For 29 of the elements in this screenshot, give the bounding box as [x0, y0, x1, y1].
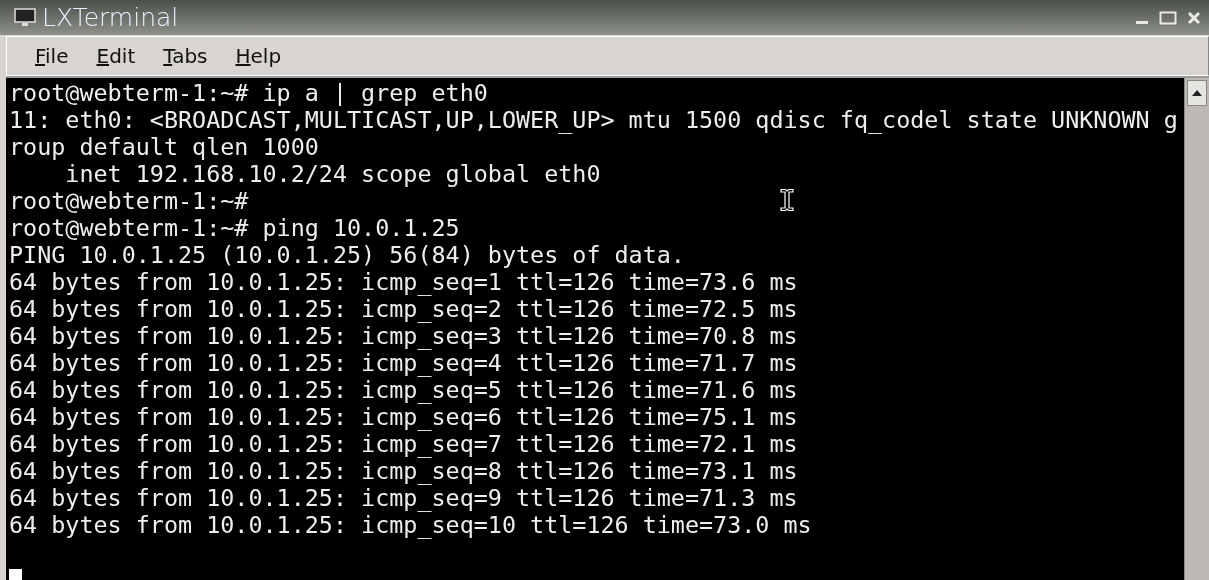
menu-item[interactable]: Help [223, 44, 294, 68]
terminal-line: root@webterm-1:~# ip a | grep eth0 [9, 80, 488, 107]
terminal-line: PING 10.0.1.25 (10.0.1.25) 56(84) bytes of data. [9, 242, 685, 269]
up-arrow-icon [1190, 88, 1204, 98]
terminal-line: 64 bytes from 10.0.1.25: icmp_seq=1 ttl=126 time=73.6 ms [9, 269, 798, 296]
terminal-line: 64 bytes from 10.0.1.25: icmp_seq=3 ttl=126 time=70.8 ms [9, 323, 798, 350]
terminal-line: 11: eth0: <BROADCAST,MULTICAST,UP,LOWER_UP> mtu 1500 qdisc fq_codel state UNKNOWN g [9, 107, 1178, 134]
terminal-line: root@webterm-1:~# ping 10.0.1.25 [9, 215, 460, 242]
monitor-icon [14, 7, 36, 28]
maximize-icon[interactable] [1159, 10, 1177, 25]
menu-item[interactable]: Tabs [151, 44, 220, 68]
terminal-line: root@webterm-1:~# [9, 188, 249, 215]
i-beam-pointer-icon [779, 188, 795, 212]
close-icon[interactable] [1187, 10, 1201, 25]
terminal-line: 64 bytes from 10.0.1.25: icmp_seq=8 ttl=126 time=73.1 ms [9, 458, 798, 485]
terminal-line: 64 bytes from 10.0.1.25: icmp_seq=6 ttl=126 time=75.1 ms [9, 404, 798, 431]
terminal-line: 64 bytes from 10.0.1.25: icmp_seq=10 ttl=126 time=73.0 ms [9, 512, 812, 539]
menu-item[interactable]: File [23, 44, 81, 68]
scroll-up-button[interactable] [1187, 80, 1207, 106]
menu-item[interactable]: Edit [84, 44, 148, 68]
terminal-line: 64 bytes from 10.0.1.25: icmp_seq=9 ttl=126 time=71.3 ms [9, 485, 798, 512]
terminal-line: 64 bytes from 10.0.1.25: icmp_seq=2 ttl=126 time=72.5 ms [9, 296, 798, 323]
terminal-line: inet 192.168.10.2/24 scope global eth0 [64, 161, 601, 188]
terminal-line: 64 bytes from 10.0.1.25: icmp_seq=7 ttl=126 time=72.1 ms [9, 431, 798, 458]
window-title: LXTerminal [42, 3, 179, 32]
terminal-line: roup default qlen 1000 [9, 134, 319, 161]
scrollbar[interactable] [1184, 78, 1209, 580]
terminal-line: 64 bytes from 10.0.1.25: icmp_seq=4 ttl=126 time=71.7 ms [9, 350, 798, 377]
terminal-line: 64 bytes from 10.0.1.25: icmp_seq=5 ttl=126 time=71.6 ms [9, 377, 798, 404]
